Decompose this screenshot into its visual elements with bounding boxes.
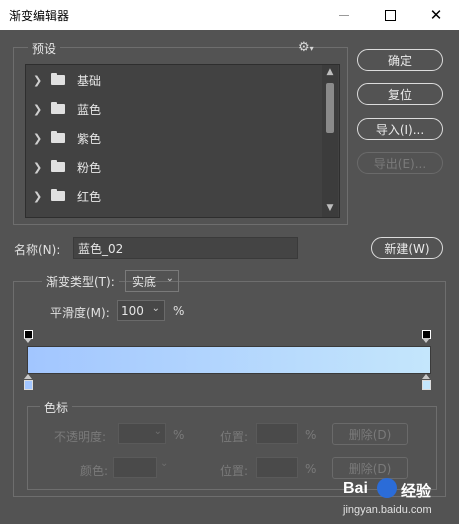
folder-icon <box>51 189 65 201</box>
watermark-brand-2: 经验 <box>401 482 432 500</box>
color-label: 颜色: <box>80 464 109 478</box>
opacity-unit: % <box>173 428 185 442</box>
preset-folder-row[interactable]: ❯ 蓝色 <box>26 95 322 123</box>
opacity-stop-pointer <box>24 338 32 343</box>
gradient-type-label: 渐变类型(T): <box>42 273 119 290</box>
folder-icon <box>51 160 65 172</box>
gear-icon[interactable]: ⚙▾ <box>298 40 314 55</box>
folder-icon <box>51 73 65 85</box>
preset-folder-label: 红色 <box>77 189 102 204</box>
gradient-type-value: 实底 <box>132 274 157 289</box>
watermark-url: jingyan.baidu.com <box>343 504 432 516</box>
window-title: 渐变编辑器 <box>9 9 70 23</box>
smoothness-value: 100 <box>121 303 144 318</box>
folder-icon <box>51 131 65 143</box>
opacity-label: 不透明度: <box>54 430 107 444</box>
delete-opacity-stop-button[interactable]: 删除(D) <box>332 423 408 445</box>
scroll-down-icon[interactable]: ▼ <box>322 201 338 215</box>
color-position-label: 位置: <box>220 464 249 478</box>
preset-folder-label: 基础 <box>77 73 102 88</box>
close-button[interactable]: ✕ <box>413 0 459 30</box>
color-swatch[interactable] <box>113 457 157 478</box>
opacity-stop-pointer <box>422 338 430 343</box>
chevron-right-icon[interactable]: ❯ <box>33 74 45 87</box>
gradient-type-select[interactable]: 实底 ⌄ <box>125 270 179 292</box>
delete-color-stop-button[interactable]: 删除(D) <box>332 457 408 479</box>
smoothness-select[interactable]: 100 ⌄ <box>117 300 165 321</box>
preset-scrollbar[interactable]: ▲ ▼ <box>322 65 338 217</box>
opacity-input[interactable]: ⌄ <box>118 423 166 444</box>
opacity-position-unit: % <box>305 428 317 442</box>
color-stop-left[interactable] <box>24 380 33 390</box>
preset-folder-row[interactable]: ❯ 紫色 <box>26 124 322 152</box>
color-stops-legend: 色标 <box>40 399 73 416</box>
color-stop-pointer <box>24 374 32 379</box>
baidu-paw-icon <box>377 478 397 498</box>
maximize-icon <box>384 9 396 21</box>
chevron-right-icon[interactable]: ❯ <box>33 103 45 116</box>
gradient-preview-bar[interactable] <box>27 346 431 374</box>
smoothness-label: 平滑度(M): <box>50 306 110 320</box>
scroll-thumb[interactable] <box>326 83 334 133</box>
close-icon: ✕ <box>429 6 443 24</box>
opacity-position-label: 位置: <box>220 430 249 444</box>
preset-folder-label: 紫色 <box>77 131 102 146</box>
name-label: 名称(N): <box>14 243 61 257</box>
preset-folder-row[interactable]: ❯ 基础 <box>26 66 322 94</box>
new-button[interactable]: 新建(W) <box>371 237 443 259</box>
maximize-button[interactable] <box>367 0 413 30</box>
color-position-input[interactable] <box>256 457 298 478</box>
preset-folder-row[interactable]: ❯ 粉色 <box>26 153 322 181</box>
color-stop-right[interactable] <box>422 380 431 390</box>
import-button[interactable]: 导入(I)... <box>357 118 443 140</box>
presets-legend: 预设 <box>28 40 61 57</box>
chevron-right-icon[interactable]: ❯ <box>33 132 45 145</box>
chevron-down-icon: ⌄ <box>165 273 174 284</box>
watermark-brand: Bai <box>343 480 368 497</box>
preset-folder-row[interactable]: ❯ 红色 <box>26 182 322 210</box>
chevron-right-icon[interactable]: ❯ <box>33 190 45 203</box>
preset-folder-label: 粉色 <box>77 160 102 175</box>
chevron-down-icon: ⌄ <box>160 458 169 469</box>
color-position-unit: % <box>305 462 317 476</box>
reset-button[interactable]: 复位 <box>357 83 443 105</box>
ok-button[interactable]: 确定 <box>357 49 443 71</box>
name-input[interactable]: 蓝色_02 <box>73 237 298 259</box>
chevron-down-icon: ⌄ <box>151 303 160 314</box>
color-stop-pointer <box>422 374 430 379</box>
watermark: Bai 经验 jingyan.baidu.com <box>343 478 453 520</box>
smoothness-unit: % <box>173 304 185 318</box>
chevron-right-icon[interactable]: ❯ <box>33 161 45 174</box>
preset-folder-label: 蓝色 <box>77 102 102 117</box>
export-button[interactable]: 导出(E)... <box>357 152 443 174</box>
title-bar: 渐变编辑器 ✕ <box>0 0 459 30</box>
opacity-position-input[interactable] <box>256 423 298 444</box>
minimize-button[interactable] <box>321 0 367 30</box>
scroll-up-icon[interactable]: ▲ <box>322 65 338 79</box>
preset-list[interactable]: ❯ 基础 ❯ 蓝色 ❯ 紫色 ❯ 粉色 ❯ 红色 ▲ ▼ <box>25 64 340 218</box>
chevron-down-icon: ⌄ <box>153 426 162 437</box>
minimize-icon <box>339 14 349 16</box>
folder-icon <box>51 102 65 114</box>
